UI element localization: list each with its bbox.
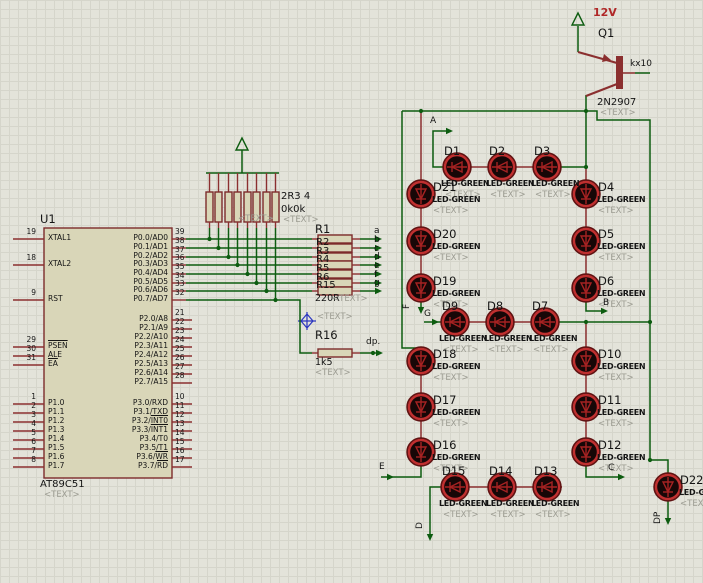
pullup-resistor-4[interactable] (234, 173, 241, 265)
pullup-resistor-6[interactable] (253, 173, 260, 283)
pullup-resistor-2[interactable] (215, 173, 222, 248)
series-resistor-row-4[interactable] (186, 261, 378, 269)
led-D13[interactable] (533, 473, 561, 501)
series-resistor-row-2[interactable] (186, 244, 378, 252)
dp-resistor[interactable] (186, 300, 376, 357)
led-D15[interactable] (441, 473, 469, 501)
led-D21[interactable] (407, 180, 435, 208)
pullup-resistor-8[interactable] (272, 173, 279, 300)
led-D9[interactable] (441, 308, 469, 336)
schematic-graphics (0, 0, 703, 583)
led-D11[interactable] (572, 393, 600, 421)
power-terminal-icon (236, 138, 248, 150)
led-D14[interactable] (488, 473, 516, 501)
led-D3[interactable] (533, 153, 561, 181)
led-D12[interactable] (572, 438, 600, 466)
led-D16[interactable] (407, 438, 435, 466)
power-terminal-icon[interactable] (572, 13, 584, 25)
series-resistor-row-7[interactable] (186, 287, 378, 295)
led-D1[interactable] (443, 153, 471, 181)
pullup-resistor-1[interactable] (206, 173, 213, 239)
pullup-resistor-3[interactable] (225, 173, 232, 257)
series-resistor-row-6[interactable] (186, 279, 378, 287)
led-D17[interactable] (407, 393, 435, 421)
series-resistor-row-3[interactable] (186, 253, 378, 261)
led-D20[interactable] (407, 227, 435, 255)
led-D7[interactable] (531, 308, 559, 336)
led-D18[interactable] (407, 347, 435, 375)
led-D2[interactable] (488, 153, 516, 181)
power-rail-wires[interactable] (402, 26, 668, 476)
mcu-body[interactable] (44, 228, 172, 478)
led-D5[interactable] (572, 227, 600, 255)
transistor-symbol[interactable] (578, 52, 635, 96)
pack-power-terminal[interactable] (206, 138, 279, 173)
schematic-canvas: U1 AT89C51 <TEXT> 2R3 4 0k0k <TEXT> <TEX… (0, 0, 703, 583)
led-D6[interactable] (572, 274, 600, 302)
led-D8[interactable] (486, 308, 514, 336)
led-D19[interactable] (407, 274, 435, 302)
series-resistor-row-1[interactable] (186, 235, 378, 243)
led-D10[interactable] (572, 347, 600, 375)
series-resistor-row-5[interactable] (186, 270, 378, 278)
pullup-resistor-5[interactable] (244, 173, 251, 274)
led-D4[interactable] (572, 180, 600, 208)
led-D22[interactable] (654, 473, 682, 501)
